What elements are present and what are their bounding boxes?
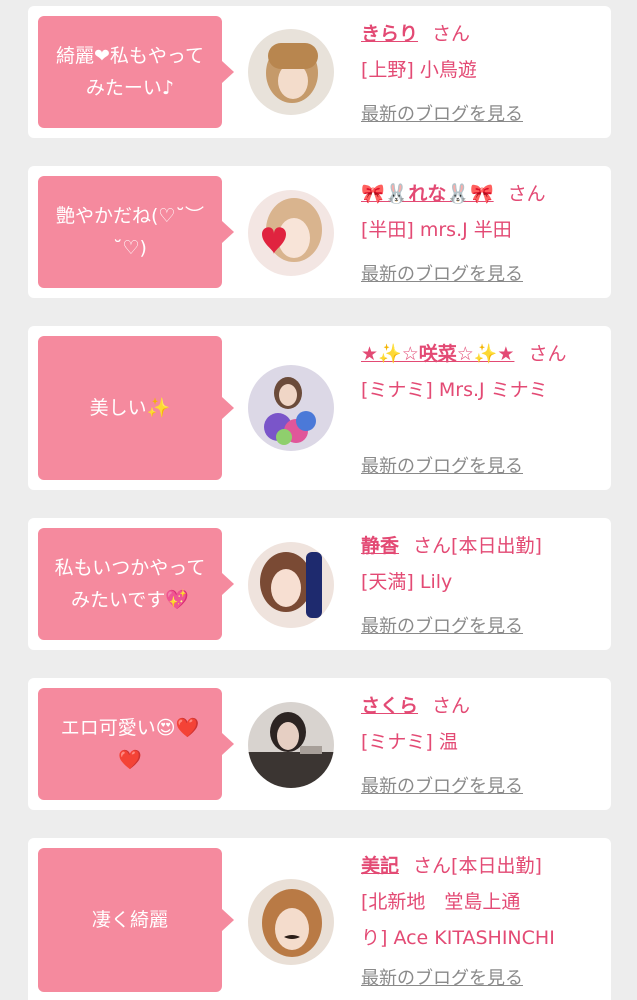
comment-bubble: 凄く綺麗 (38, 848, 234, 992)
girl-info: 静香 さん[本日出勤] [天満] Lily (361, 528, 601, 600)
avatar[interactable] (248, 190, 334, 276)
girl-name-link[interactable]: さくら (361, 695, 418, 717)
latest-blog-link[interactable]: 最新のブログを見る (361, 964, 523, 990)
girl-info: さくら さん [ミナミ] 温 (361, 688, 601, 760)
girl-name-link[interactable]: 美記 (361, 855, 399, 877)
girl-name-link[interactable]: 静香 (361, 535, 399, 557)
avatar[interactable] (248, 29, 334, 115)
honorific-label: さん (413, 535, 452, 557)
shop-label: [北新地 堂島上通 り] Ace KITASHINCHI (361, 891, 555, 949)
comment-bubble: 艶やかだね(♡˘︶ ˘♡) (38, 176, 234, 288)
shop-label: [上野] 小鳥遊 (361, 59, 477, 81)
comment-card: エロ可愛い😍❤️ ❤️ さくら さん [ミナミ] 温 最新のブログを見る (28, 678, 611, 810)
comment-bubble: 私もいつかやって みたいです💖 (38, 528, 234, 640)
blog-comment-list: 綺麗❤私もやって みたーい♪ きらり さん [上野] 小鳥遊 最新のブログを見る … (0, 0, 637, 1000)
avatar[interactable] (248, 542, 334, 628)
comment-card: 私もいつかやって みたいです💖 静香 さん[本日出勤] [天満] Lily 最新の… (28, 518, 611, 650)
latest-blog-link[interactable]: 最新のブログを見る (361, 772, 523, 798)
girl-name-link[interactable]: ★✨☆咲菜☆✨★ (361, 343, 514, 365)
honorific-label: さん (507, 183, 546, 205)
latest-blog-link[interactable]: 最新のブログを見る (361, 100, 523, 126)
comment-card: 凄く綺麗 美記 さん[本日出勤] [北新地 堂島上通 り] Ace KITASHI… (28, 838, 611, 1000)
honorific-label: さん (432, 23, 471, 45)
attendance-tag: [本日出勤] (451, 855, 542, 877)
girl-info: きらり さん [上野] 小鳥遊 (361, 16, 601, 88)
shop-label: [ミナミ] Mrs.J ミナミ (361, 379, 548, 401)
attendance-tag: [本日出勤] (451, 535, 542, 557)
latest-blog-link[interactable]: 最新のブログを見る (361, 260, 523, 286)
avatar[interactable] (248, 702, 334, 788)
avatar[interactable] (248, 879, 334, 965)
shop-label: [半田] mrs.J 半田 (361, 219, 512, 241)
comment-card: 綺麗❤私もやって みたーい♪ きらり さん [上野] 小鳥遊 最新のブログを見る (28, 6, 611, 138)
girl-info: ★✨☆咲菜☆✨★ さん [ミナミ] Mrs.J ミナミ (361, 336, 601, 408)
avatar[interactable] (248, 365, 334, 451)
latest-blog-link[interactable]: 最新のブログを見る (361, 612, 523, 638)
shop-label: [ミナミ] 温 (361, 731, 458, 753)
comment-bubble: 綺麗❤私もやって みたーい♪ (38, 16, 234, 128)
comment-bubble: 美しい✨ (38, 336, 234, 480)
comment-bubble: エロ可愛い😍❤️ ❤️ (38, 688, 234, 800)
girl-info: 美記 さん[本日出勤] [北新地 堂島上通 り] Ace KITASHINCHI (361, 848, 601, 956)
honorific-label: さん (432, 695, 471, 717)
latest-blog-link[interactable]: 最新のブログを見る (361, 452, 523, 478)
girl-name-link[interactable]: きらり (361, 23, 418, 45)
comment-card: 艶やかだね(♡˘︶ ˘♡) 🎀🐰れな🐰🎀 さん [半田] mrs.J 半田 最新の… (28, 166, 611, 298)
girl-info: 🎀🐰れな🐰🎀 さん [半田] mrs.J 半田 (361, 176, 601, 248)
girl-name-link[interactable]: 🎀🐰れな🐰🎀 (361, 183, 494, 205)
honorific-label: さん (528, 343, 567, 365)
shop-label: [天満] Lily (361, 571, 453, 593)
honorific-label: さん (413, 855, 452, 877)
comment-card: 美しい✨ ★✨☆咲菜☆✨★ さん [ミナミ] Mrs.J ミナミ 最新のブログを見… (28, 326, 611, 490)
